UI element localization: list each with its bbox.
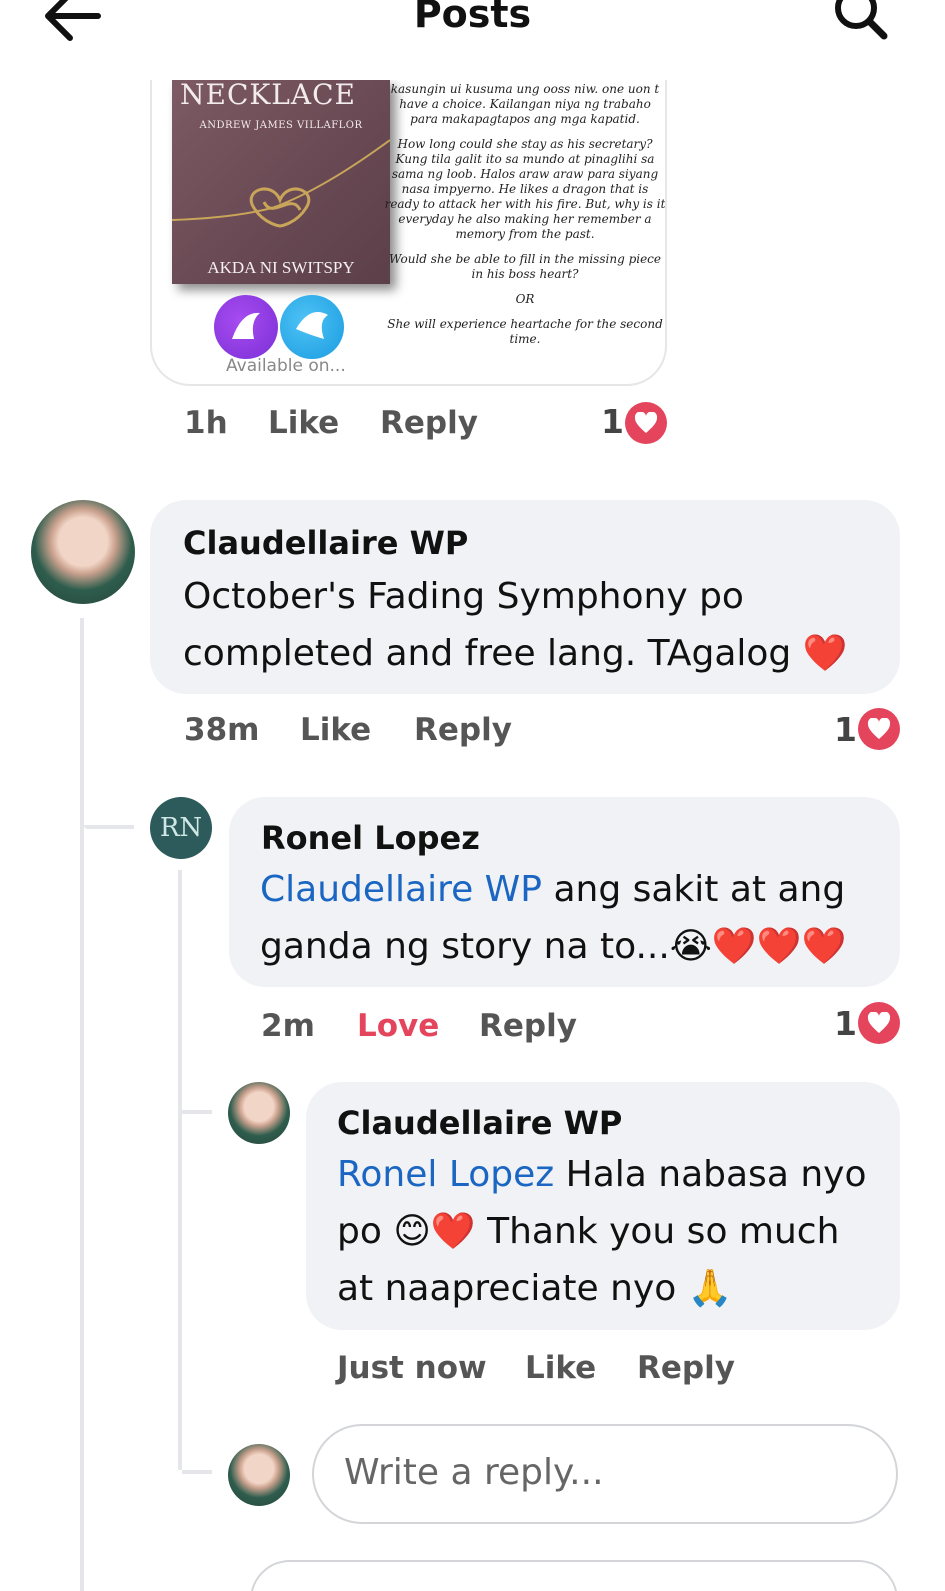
blurb-paragraph: OR xyxy=(515,292,535,306)
avatar-initials: RN xyxy=(159,813,203,843)
avatar[interactable]: RN xyxy=(150,797,212,859)
post-image[interactable]: NECKLACE ANDREW JAMES VILLAFLOR AKDA NI … xyxy=(150,80,667,386)
reaction-count: 1 xyxy=(834,710,857,749)
header: Posts xyxy=(0,0,945,60)
like-button[interactable]: Like xyxy=(268,405,339,441)
blurb-paragraph: Would she be able to fill in the missing… xyxy=(388,252,662,281)
thread-line xyxy=(182,1470,212,1474)
reply-button[interactable]: Reply xyxy=(479,1008,577,1044)
reply-button[interactable]: Reply xyxy=(414,712,512,748)
heart-reaction-icon[interactable] xyxy=(858,1002,900,1044)
available-label: Available on... xyxy=(226,356,346,376)
comment-author[interactable]: Claudellaire WP xyxy=(183,524,468,562)
comment-time: 2m xyxy=(261,1008,315,1044)
heart-reaction-icon[interactable] xyxy=(625,402,667,444)
reply-button[interactable]: Reply xyxy=(637,1350,735,1386)
reply-button[interactable]: Reply xyxy=(380,405,478,441)
thread-line xyxy=(84,825,134,829)
reply-input-placeholder: Write a reply... xyxy=(344,1452,604,1493)
thread-line xyxy=(182,1110,212,1114)
reply-input[interactable]: Write a reply... xyxy=(312,1424,898,1524)
thread-line xyxy=(80,618,84,1591)
book-title: NECKLACE xyxy=(180,80,356,111)
thread-line xyxy=(178,870,182,1470)
like-button[interactable]: Like xyxy=(525,1350,596,1386)
comment-author[interactable]: Claudellaire WP xyxy=(337,1104,622,1142)
book-cover: NECKLACE ANDREW JAMES VILLAFLOR AKDA NI … xyxy=(172,80,390,284)
comment-bubble: Claudellaire WP Ronel Lopez Hala nabasa … xyxy=(306,1082,900,1330)
mention-link[interactable]: Ronel Lopez xyxy=(337,1154,554,1195)
reaction-count: 1 xyxy=(601,402,624,441)
avatar[interactable] xyxy=(31,500,135,604)
search-button[interactable] xyxy=(826,0,896,46)
avatar xyxy=(228,1444,290,1506)
reaction-count: 1 xyxy=(834,1004,857,1043)
comment-text: October's Fading Symphony po completed a… xyxy=(183,576,848,674)
comment-bubble: Claudellaire WP October's Fading Symphon… xyxy=(150,500,900,694)
blurb-paragraph: How long could she stay as his secretary… xyxy=(384,137,666,241)
comment-bubble: Ronel Lopez Claudellaire WP ang sakit at… xyxy=(229,797,900,987)
blurb-paragraph: She will experience heartache for the se… xyxy=(387,317,663,346)
comment-text: Claudellaire WP ang sakit at ang ganda n… xyxy=(260,861,880,975)
comment-time: 38m xyxy=(184,712,260,748)
mention-link[interactable]: Claudellaire WP xyxy=(260,869,542,910)
heart-reaction-icon[interactable] xyxy=(858,708,900,750)
wattpad-icon xyxy=(214,295,278,359)
book-blurb: kasungin ui kusuma ung ooss niw. one uon… xyxy=(384,82,666,357)
love-button[interactable]: Love xyxy=(357,1008,439,1044)
post-time: 1h xyxy=(184,405,228,441)
page-title: Posts xyxy=(413,0,532,36)
bird-icon xyxy=(280,295,344,359)
comment-text: Ronel Lopez Hala nabasa nyo po 😊❤️ Thank… xyxy=(337,1146,877,1317)
blurb-paragraph: kasungin ui kusuma ung ooss niw. one uon… xyxy=(390,82,660,126)
book-label: AKDA NI SWITSPY xyxy=(207,258,355,277)
necklace-image xyxy=(172,139,390,228)
comment-time: Just now xyxy=(337,1350,487,1386)
like-button[interactable]: Like xyxy=(300,712,371,748)
search-icon xyxy=(835,0,888,40)
avatar[interactable] xyxy=(228,1082,290,1144)
comment-input[interactable] xyxy=(250,1560,898,1591)
comment-author[interactable]: Ronel Lopez xyxy=(261,819,480,857)
